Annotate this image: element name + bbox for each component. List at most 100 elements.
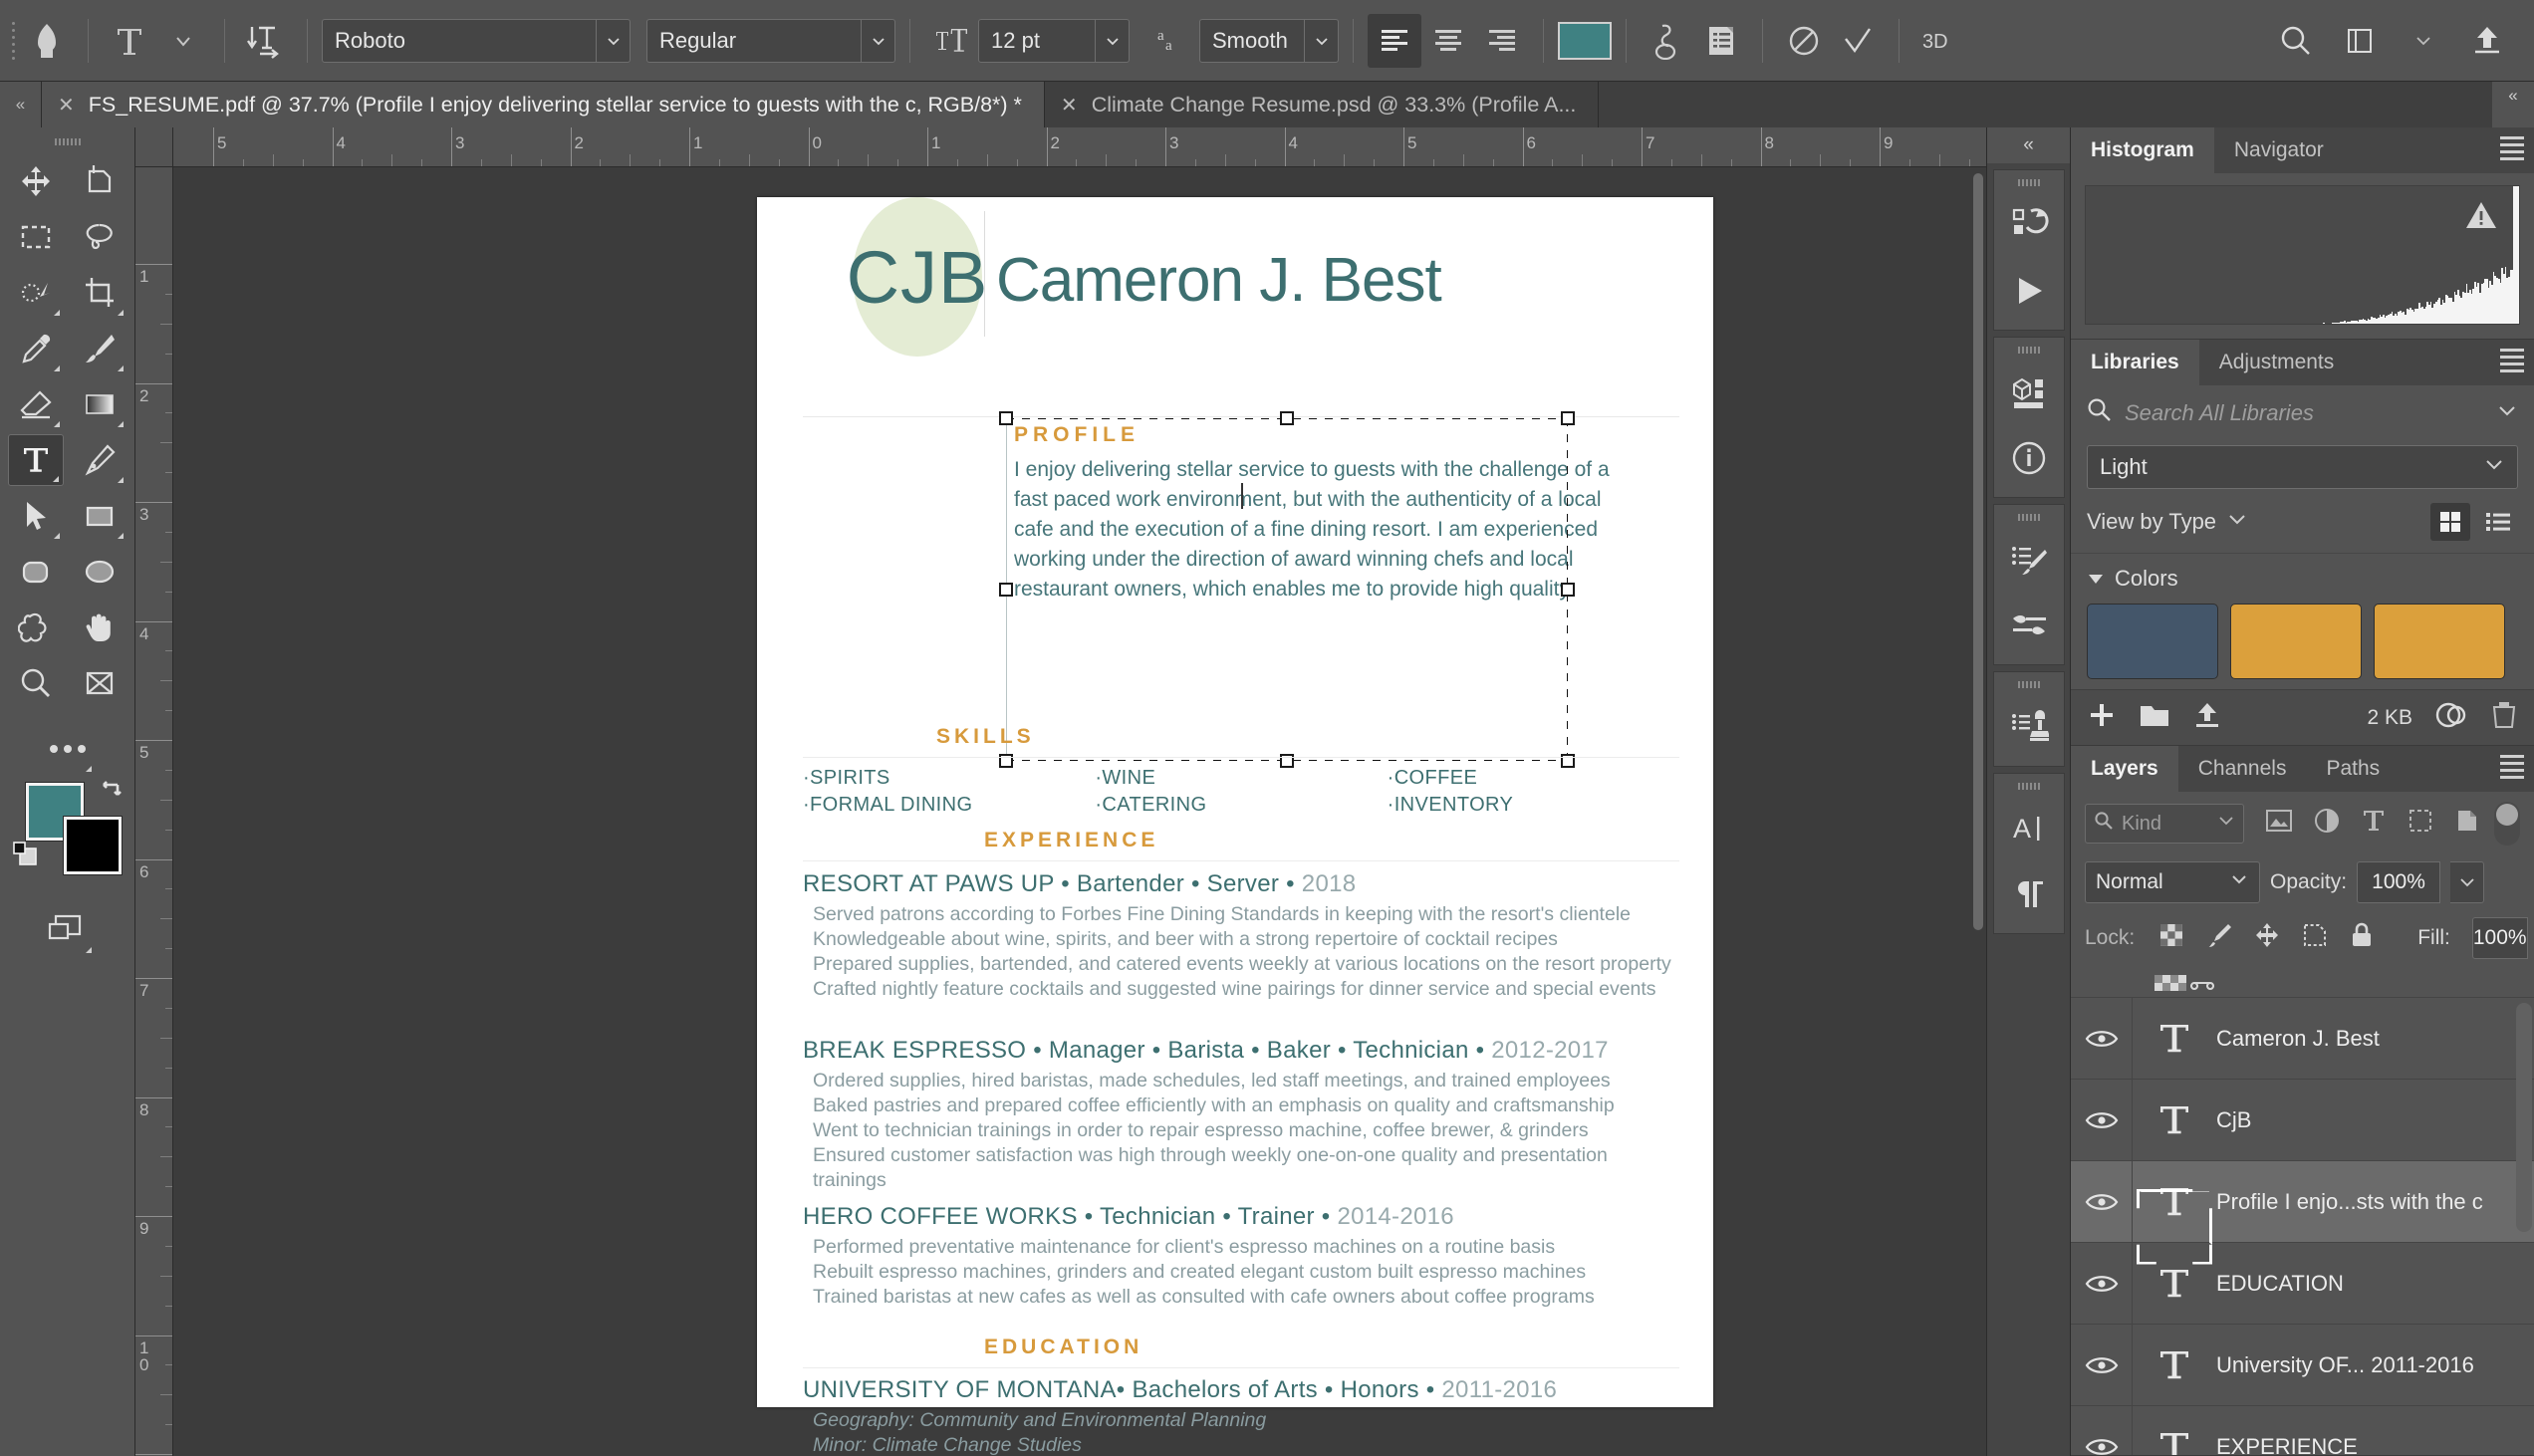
eyedropper-tool[interactable] bbox=[8, 323, 64, 374]
horizontal-type-tool[interactable] bbox=[7, 434, 64, 486]
vertical-ruler[interactable]: 1234567891 01 1 bbox=[135, 167, 173, 1456]
font-size-select[interactable]: 12 pt bbox=[978, 18, 1130, 63]
tool-flyout-indicator[interactable] bbox=[117, 477, 124, 483]
layer-filter-kind-select[interactable]: Kind bbox=[2085, 804, 2244, 844]
layer-visibility-toggle[interactable] bbox=[2071, 1325, 2133, 1405]
text-preset-icon[interactable] bbox=[103, 14, 156, 68]
view-by-label[interactable]: View by Type bbox=[2087, 509, 2216, 535]
layer-visibility-toggle[interactable] bbox=[2071, 998, 2133, 1079]
document-page[interactable]: CJB Cameron J. Best PROFILE I enjoy deli… bbox=[757, 197, 1713, 1456]
tab-paths[interactable]: Paths bbox=[2306, 746, 2401, 792]
tool-flyout-indicator[interactable] bbox=[117, 310, 124, 316]
new-group-icon[interactable] bbox=[2139, 701, 2170, 735]
tab-bar-overflow[interactable]: « bbox=[2492, 82, 2534, 127]
panel-menu-icon[interactable] bbox=[2490, 340, 2534, 385]
horizontal-ruler[interactable]: 54321012345678910 bbox=[135, 127, 1986, 167]
ellipse-tool[interactable] bbox=[72, 546, 127, 598]
library-color-swatch-1[interactable] bbox=[2230, 604, 2362, 679]
opacity-stepper[interactable] bbox=[2450, 861, 2485, 903]
tool-flyout-indicator[interactable] bbox=[53, 365, 60, 371]
layer-row[interactable]: University OF... 2011-2016 bbox=[2071, 1324, 2534, 1405]
align-left-button[interactable] bbox=[1368, 13, 1421, 68]
brush-settings-icon[interactable] bbox=[1996, 593, 2062, 658]
library-color-swatch-2[interactable] bbox=[2374, 604, 2505, 679]
cancel-edits-button[interactable] bbox=[1777, 14, 1831, 68]
layer-thumbnail[interactable] bbox=[2133, 1183, 2216, 1221]
layer-list-scrollbar[interactable] bbox=[2516, 1003, 2532, 1232]
swap-colors-icon[interactable] bbox=[96, 777, 126, 813]
tool-flyout-indicator[interactable] bbox=[85, 766, 92, 772]
chevron-down-icon[interactable] bbox=[596, 19, 630, 62]
tab-libraries[interactable]: Libraries bbox=[2071, 340, 2199, 385]
layer-visibility-toggle[interactable] bbox=[2071, 1161, 2133, 1242]
layer-row[interactable]: EDUCATION bbox=[2071, 1242, 2534, 1324]
info-icon[interactable] bbox=[1996, 425, 2062, 491]
clone-source-icon[interactable] bbox=[1996, 694, 2062, 760]
warp-text-icon[interactable] bbox=[1641, 14, 1694, 68]
align-center-button[interactable] bbox=[1421, 14, 1475, 68]
type-filter-icon[interactable] bbox=[2362, 808, 2386, 840]
chevron-down-icon[interactable] bbox=[2226, 508, 2248, 536]
rail-group-grip[interactable] bbox=[2015, 175, 2043, 189]
rail-group-grip[interactable] bbox=[2015, 343, 2043, 357]
rail-collapse-button[interactable]: « bbox=[1987, 127, 2070, 163]
layer-row[interactable]: EXPERIENCE bbox=[2071, 1405, 2534, 1455]
rounded-rectangle-tool[interactable] bbox=[8, 546, 64, 598]
filter-toggle[interactable] bbox=[2494, 802, 2520, 846]
rail-group-grip[interactable] bbox=[2015, 779, 2043, 793]
toggle-text-orientation-icon[interactable] bbox=[239, 14, 293, 68]
lock-transparent-pixels-icon[interactable] bbox=[2158, 922, 2184, 954]
artboard-tool[interactable] bbox=[72, 155, 127, 207]
commit-edits-button[interactable] bbox=[1831, 14, 1885, 68]
fill-input[interactable]: 100% bbox=[2471, 917, 2528, 959]
layer-row[interactable]: Profile I enjo...sts with the c bbox=[2071, 1160, 2534, 1242]
panel-menu-icon[interactable] bbox=[2490, 746, 2534, 792]
horizontal-ruler-track[interactable]: 54321012345678910 bbox=[173, 127, 1986, 166]
pixel-filter-icon[interactable] bbox=[2266, 809, 2292, 839]
brush-tool[interactable] bbox=[72, 323, 127, 374]
blend-mode-select[interactable]: Normal bbox=[2085, 861, 2260, 903]
rectangular-marquee-tool[interactable] bbox=[8, 211, 64, 263]
rail-group-grip[interactable] bbox=[2015, 677, 2043, 691]
chevron-down-icon[interactable] bbox=[2496, 399, 2518, 427]
tool-flyout-indicator[interactable] bbox=[53, 421, 60, 427]
chevron-down-icon[interactable] bbox=[2397, 14, 2450, 68]
path-selection-tool[interactable] bbox=[8, 490, 64, 542]
font-style-select[interactable]: Regular bbox=[646, 18, 895, 63]
text-color-swatch[interactable] bbox=[1558, 21, 1612, 60]
gradient-tool[interactable] bbox=[72, 378, 127, 430]
chevron-down-icon[interactable] bbox=[2217, 812, 2235, 836]
document-tab-1[interactable]: ✕ Climate Change Resume.psd @ 33.3% (Pro… bbox=[1044, 82, 1600, 127]
upload-icon[interactable] bbox=[2192, 700, 2222, 736]
tab-adjustments[interactable]: Adjustments bbox=[2198, 340, 2355, 385]
tab-bar-collapse[interactable]: « bbox=[0, 82, 42, 127]
default-colors-icon[interactable] bbox=[12, 841, 42, 876]
layer-list[interactable]: Cameron J. Best CjB Profile I enjo...sts w… bbox=[2071, 997, 2534, 1455]
delete-icon[interactable] bbox=[2490, 700, 2518, 736]
chevron-down-icon[interactable] bbox=[156, 14, 210, 68]
crop-tool[interactable] bbox=[72, 267, 127, 319]
libraries-search-row[interactable]: Search All Libraries bbox=[2071, 385, 2534, 439]
layer-thumbnail[interactable] bbox=[2133, 1428, 2216, 1455]
chevron-down-icon[interactable] bbox=[861, 19, 894, 62]
shape-filter-icon[interactable] bbox=[2407, 808, 2433, 840]
options-bar-grip[interactable] bbox=[6, 18, 20, 64]
chevron-down-icon[interactable] bbox=[1095, 19, 1129, 62]
rectangle-tool[interactable] bbox=[72, 490, 127, 542]
layer-thumbnail[interactable] bbox=[2133, 1265, 2216, 1303]
align-right-button[interactable] bbox=[1475, 14, 1529, 68]
tab-channels[interactable]: Channels bbox=[2177, 746, 2307, 792]
search-icon[interactable] bbox=[2269, 14, 2323, 68]
tool-flyout-indicator[interactable] bbox=[53, 533, 60, 539]
eraser-tool[interactable] bbox=[8, 378, 64, 430]
anti-alias-select[interactable]: Smooth bbox=[1199, 18, 1339, 63]
tools-panel-grip[interactable] bbox=[53, 133, 83, 149]
layer-visibility-toggle[interactable] bbox=[2071, 1243, 2133, 1324]
adjustment-filter-icon[interactable] bbox=[2314, 808, 2340, 840]
layer-row[interactable]: CjB bbox=[2071, 1079, 2534, 1160]
object-selection-tool[interactable] bbox=[8, 267, 64, 319]
history-icon[interactable] bbox=[1996, 192, 2062, 258]
toggle-panels-icon[interactable] bbox=[1694, 14, 1748, 68]
chevron-down-icon[interactable] bbox=[1304, 19, 1338, 62]
list-view-button[interactable] bbox=[2478, 503, 2518, 541]
